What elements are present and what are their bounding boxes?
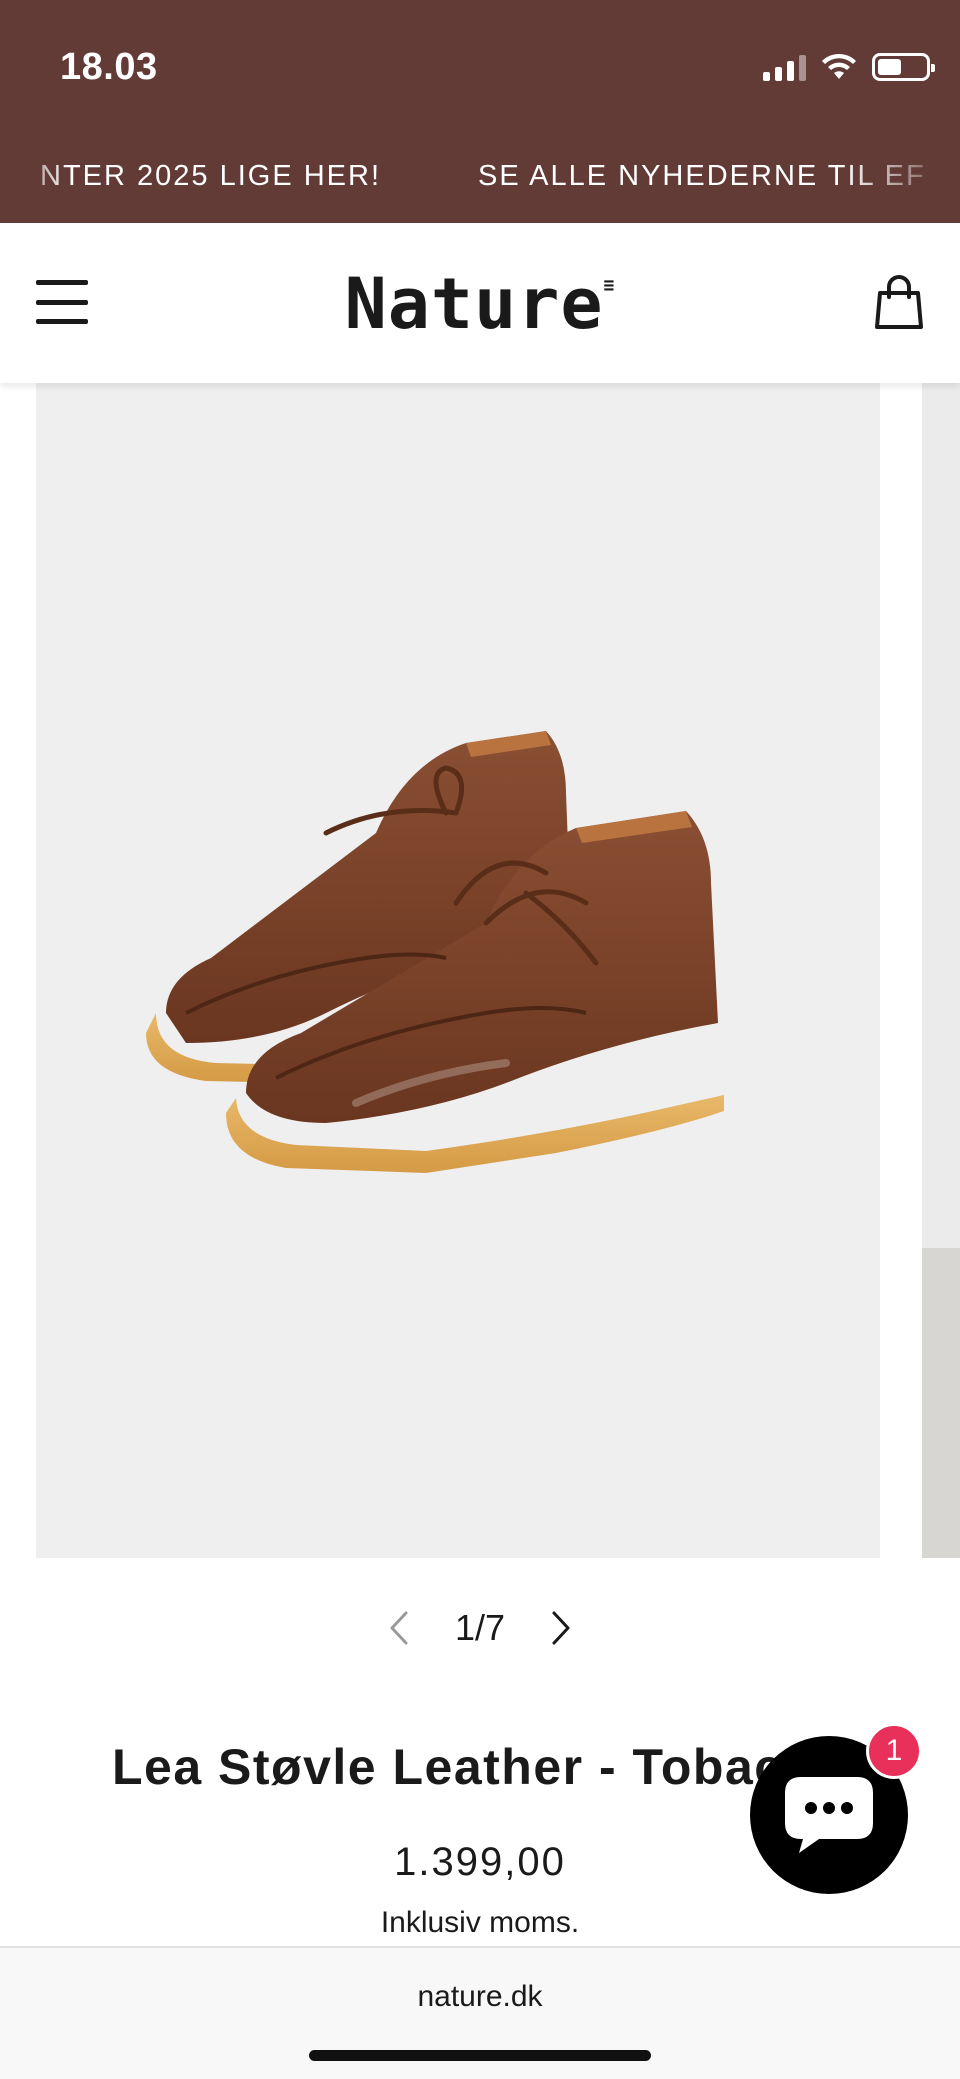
browser-url-bar[interactable]: nature.dk	[0, 1946, 960, 2079]
announcement-marquee[interactable]: NTER 2025 LIGE HER! SE ALLE NYHEDERNE TI…	[0, 160, 960, 200]
product-gallery[interactable]	[0, 383, 960, 1558]
cellular-signal-icon	[763, 53, 806, 81]
product-image	[146, 731, 724, 1173]
announcement-text-1: NTER 2025 LIGE HER!	[40, 160, 381, 192]
chevron-left-icon[interactable]	[379, 1606, 419, 1650]
gallery-pager: 1/7	[0, 1600, 960, 1656]
logo-mark: ≡	[603, 275, 616, 296]
home-indicator	[309, 2050, 651, 2061]
next-image-slide-peek[interactable]	[922, 383, 960, 1558]
product-image-slide[interactable]	[36, 383, 880, 1558]
shopping-bag-icon[interactable]	[874, 273, 924, 331]
product-title: Lea Støvle Leather - Tobac	[112, 1739, 784, 1795]
chevron-right-icon[interactable]	[541, 1606, 581, 1650]
status-icons	[763, 52, 935, 82]
top-band: 18.03 NTER 2025 LIGE HER! SE ALLE NYHEDE…	[0, 0, 960, 223]
logo-text: Nature	[344, 263, 604, 345]
gallery-counter: 1/7	[454, 1607, 506, 1648]
chat-bubble-icon	[785, 1777, 873, 1853]
browser-url[interactable]: nature.dk	[0, 1980, 960, 2014]
status-time: 18.03	[60, 46, 158, 88]
site-logo[interactable]: Nature≡	[0, 263, 960, 345]
wifi-icon	[822, 53, 856, 79]
site-header: Nature≡	[0, 223, 960, 383]
chat-notification-badge: 1	[866, 1723, 922, 1779]
battery-icon	[872, 53, 935, 81]
tax-note: Inklusiv moms.	[380, 1906, 580, 1939]
